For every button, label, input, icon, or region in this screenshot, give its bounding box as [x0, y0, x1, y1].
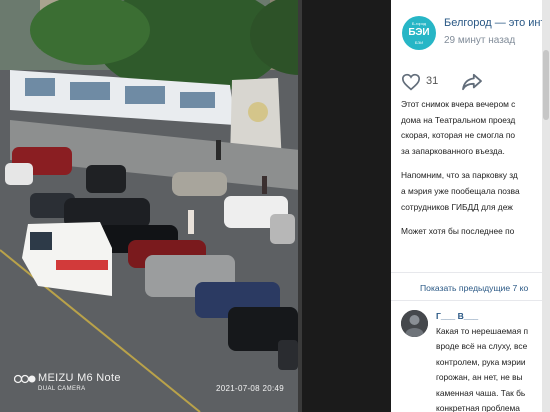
- camera-dots-icon: [14, 374, 36, 384]
- post-line: скорая, которая не смогла по: [401, 130, 516, 141]
- post-line: дома на Театральном проезд: [401, 114, 516, 125]
- comment-line: вроде всё на слуху, все: [436, 341, 528, 352]
- comment-line: Какая то нерешаемая п: [436, 326, 529, 336]
- post-line: Может хотя бы последнее по: [401, 226, 515, 237]
- show-previous-comments-link[interactable]: Показать предыдущие 7 ко: [420, 283, 528, 293]
- camera-sub: DUAL CAMERA: [38, 386, 86, 392]
- comment-line: каменная чаша. Так бь: [436, 387, 526, 398]
- post-line: Этот снимок вчера вечером с: [401, 99, 516, 109]
- share-arrow-icon[interactable]: [461, 73, 483, 91]
- comment-text: Какая то нерешаемая п вроде всё на слуху…: [436, 324, 528, 412]
- likes-count: 31: [426, 75, 439, 87]
- comment-line: контролем, рука мэрии: [436, 356, 526, 367]
- post-actions: 31: [391, 66, 550, 100]
- post-line: а мэрия уже пообещала позва: [401, 185, 520, 196]
- avatar-image: [401, 310, 428, 337]
- divider: [391, 272, 550, 273]
- post-text: Этот снимок вчера вечером с дома на Теат…: [401, 97, 550, 249]
- post-line: за запаркованного въезда.: [401, 145, 505, 156]
- divider: [391, 300, 550, 301]
- group-avatar[interactable]: Б-город БЭИ БЭИ: [402, 16, 436, 50]
- photo-timestamp: 2021-07-08 20:49: [216, 384, 284, 393]
- group-name-link[interactable]: Белгород — это интер: [444, 17, 550, 29]
- post-line: сотрудников ГИБДД для деж: [401, 201, 513, 212]
- post-time[interactable]: 29 минут назад: [444, 35, 515, 46]
- logo-main-text: БЭИ: [408, 27, 430, 38]
- scrollbar-thumb[interactable]: [543, 50, 549, 120]
- parking-lot-photo: [0, 0, 391, 412]
- scrollbar[interactable]: [542, 0, 550, 412]
- logo-bottom-text: БЭИ: [414, 40, 424, 45]
- post-line: Напомним, что за парковку зд: [401, 170, 518, 181]
- heart-outline-icon[interactable]: [401, 73, 421, 91]
- comment-line: горожан, ан нет, не вы: [436, 372, 523, 383]
- commenter-avatar[interactable]: [401, 310, 428, 337]
- logo-top-text: Б-город: [411, 21, 427, 26]
- commenter-name[interactable]: Г___ В___: [436, 311, 478, 321]
- post-header: Б-город БЭИ БЭИ Белгород — это интер 29 …: [391, 0, 550, 62]
- comment-line: конкретная проблема: [436, 403, 520, 412]
- post-photo[interactable]: MEIZU M6 Note DUAL CAMERA 2021-07-08 20:…: [0, 0, 391, 412]
- camera-brand: MEIZU M6 Note: [38, 372, 121, 384]
- post-panel: Б-город БЭИ БЭИ Белгород — это интер 29 …: [391, 0, 550, 412]
